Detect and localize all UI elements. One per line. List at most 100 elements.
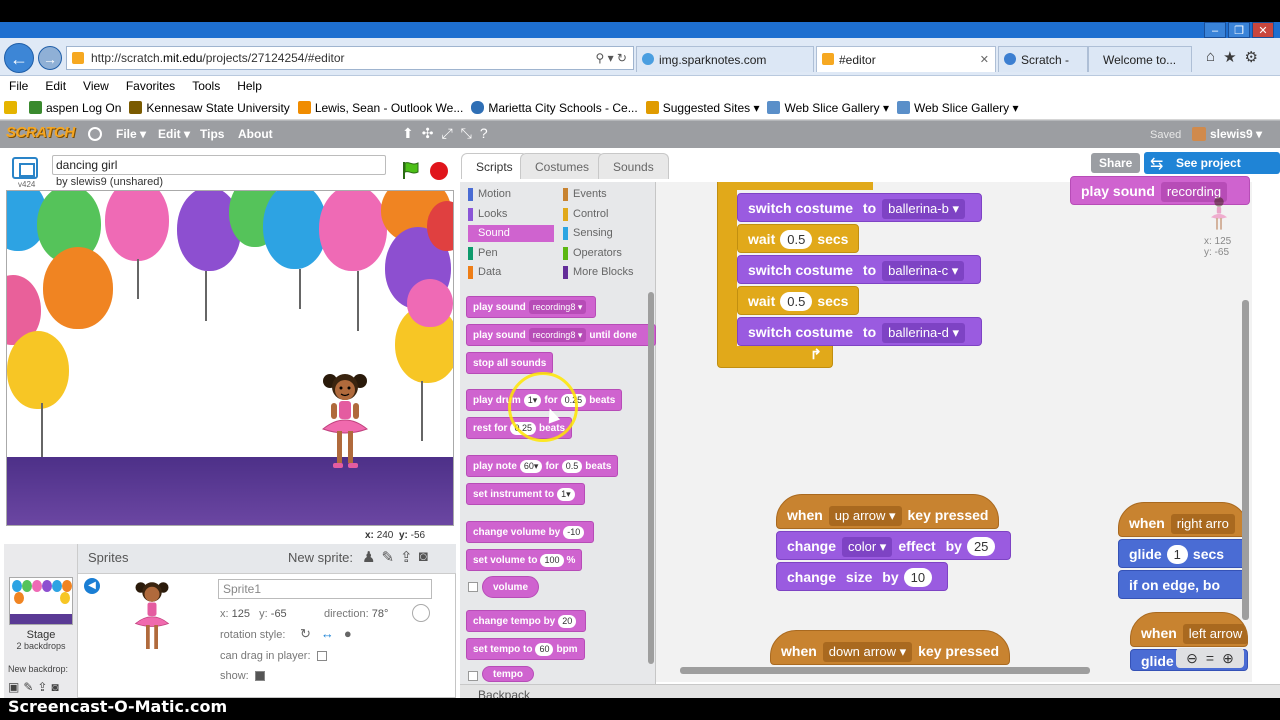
scripts-vertical-scrollbar[interactable] xyxy=(1242,300,1249,620)
forever-loop-arm[interactable] xyxy=(717,182,737,362)
scripts-horizontal-scrollbar[interactable] xyxy=(680,667,1090,674)
backdrop-library-icon[interactable]: ▣ xyxy=(8,680,19,694)
backdrop-paint-icon[interactable]: ✎ xyxy=(23,680,33,694)
show-checkbox[interactable] xyxy=(254,671,265,682)
favorites-add-icon[interactable] xyxy=(0,101,25,114)
scratch-logo[interactable]: SCRATCH xyxy=(6,124,75,141)
backdrop-upload-icon[interactable]: ⇪ xyxy=(37,680,47,694)
see-project-page-button[interactable]: See project page xyxy=(1144,152,1280,192)
category-sensing[interactable]: Sensing xyxy=(563,225,613,242)
palette-change-tempo-block[interactable]: change tempo by 20 xyxy=(466,610,587,632)
tab-scratch[interactable]: Scratch - xyxy=(998,46,1088,72)
menu-file[interactable]: File xyxy=(0,79,36,93)
user-menu[interactable]: slewis9 ▾ xyxy=(1210,127,1262,141)
forward-button[interactable]: → xyxy=(38,46,62,70)
zoom-in-icon[interactable]: ⊕ xyxy=(1222,648,1234,668)
tab-editor[interactable]: #editor ✕ xyxy=(816,46,996,72)
help-icon[interactable]: ? xyxy=(480,125,488,142)
ballerina-sprite[interactable] xyxy=(315,371,375,475)
fav-kennesaw[interactable]: Kennesaw State University xyxy=(125,101,293,115)
palette-set-volume-block[interactable]: set volume to 100% xyxy=(466,549,583,571)
switch-costume-d-block[interactable]: switch costume to ballerina-d ▾ xyxy=(737,317,982,346)
wait-block-2[interactable]: wait 0.5 secs xyxy=(737,286,860,315)
sprite-name-input[interactable]: Sprite1 xyxy=(218,579,432,599)
category-motion[interactable]: Motion xyxy=(468,186,511,203)
fav-suggested[interactable]: Suggested Sites ▾ xyxy=(642,101,764,115)
palette-play-note-block[interactable]: play note 60▾ for 0.5 beats xyxy=(466,455,619,477)
stage-thumbnail[interactable] xyxy=(9,577,73,625)
category-operators[interactable]: Operators xyxy=(563,245,622,262)
direction-dial-icon[interactable] xyxy=(412,604,430,622)
category-sound[interactable]: Sound xyxy=(468,225,554,242)
palette-play-sound-until-done-block[interactable]: play sound recording8 ▾ until done xyxy=(466,324,656,346)
palette-set-instrument-block[interactable]: set instrument to 1▾ xyxy=(466,483,585,505)
tab-welcome[interactable]: Welcome to... xyxy=(1088,46,1192,72)
if-on-edge-bounce-block[interactable]: if on edge, bo xyxy=(1118,570,1248,599)
project-title-input[interactable]: dancing girl xyxy=(52,155,386,175)
sprite-library-icon[interactable]: ♟ xyxy=(362,548,375,566)
zoom-reset-icon[interactable]: = xyxy=(1206,648,1214,668)
menu-favorites[interactable]: Favorites xyxy=(117,79,183,93)
switch-costume-c-block[interactable]: switch costume to ballerina-c ▾ xyxy=(737,255,982,284)
backpack-bar[interactable]: Backpack xyxy=(460,684,1280,702)
change-size-block[interactable]: change size by 10 xyxy=(776,562,949,591)
paint-brush-icon[interactable]: ✎ xyxy=(381,548,394,566)
tab-costumes[interactable]: Costumes xyxy=(520,153,605,179)
change-color-effect-block[interactable]: change color ▾ effect by 25 xyxy=(776,531,1012,560)
fav-webslice-2[interactable]: Web Slice Gallery ▾ xyxy=(893,101,1023,115)
minimize-icon[interactable]: – xyxy=(1204,22,1226,38)
palette-set-tempo-block[interactable]: set tempo to 60 bpm xyxy=(466,638,585,660)
wait-block-1[interactable]: wait 0.5 secs xyxy=(737,224,860,253)
can-drag-checkbox[interactable] xyxy=(316,651,327,662)
duplicate-stamp-icon[interactable]: ⬆ xyxy=(402,125,414,142)
favorites-star-icon[interactable]: ★ xyxy=(1223,48,1236,66)
category-pen[interactable]: Pen xyxy=(468,245,498,262)
volume-monitor-checkbox[interactable] xyxy=(468,582,478,592)
no-rotate-icon[interactable]: ● xyxy=(344,626,352,642)
zoom-out-icon[interactable]: ⊖ xyxy=(1186,648,1198,668)
menu-tips[interactable]: Tips xyxy=(200,127,224,141)
tempo-monitor-checkbox[interactable] xyxy=(468,671,478,681)
left-right-icon[interactable]: ↔ xyxy=(321,626,334,642)
palette-scrollbar[interactable] xyxy=(648,292,654,664)
home-icon[interactable]: ⌂ xyxy=(1206,48,1215,66)
sprite-info-back-icon[interactable]: ◀ xyxy=(84,578,100,594)
menu-about[interactable]: About xyxy=(238,127,273,141)
rotate-all-icon[interactable]: ↻ xyxy=(300,626,311,642)
category-looks[interactable]: Looks xyxy=(468,206,507,223)
tab-sparknotes[interactable]: img.sparknotes.com xyxy=(636,46,814,72)
camera-icon[interactable]: ◙ xyxy=(419,548,428,566)
stop-icon[interactable] xyxy=(430,162,448,180)
category-data[interactable]: Data xyxy=(468,264,501,281)
grow-icon[interactable]: ⤢ xyxy=(441,125,452,142)
upload-icon[interactable]: ⇪ xyxy=(400,548,413,566)
fullscreen-icon[interactable] xyxy=(12,157,38,179)
back-button[interactable]: ← xyxy=(4,43,34,73)
gear-icon[interactable]: ⚙ xyxy=(1245,48,1258,66)
stage-canvas[interactable] xyxy=(6,190,454,526)
palette-stop-all-sounds-block[interactable]: stop all sounds xyxy=(466,352,554,374)
restore-icon[interactable]: ❐ xyxy=(1228,22,1250,38)
glide-block[interactable]: glide 1 secs xyxy=(1118,539,1248,568)
menu-tools[interactable]: Tools xyxy=(183,79,228,93)
fav-outlook[interactable]: Lewis, Sean - Outlook We... xyxy=(294,101,468,115)
when-right-arrow-hat[interactable]: when right arro xyxy=(1118,502,1248,537)
language-globe-icon[interactable] xyxy=(88,127,102,141)
when-left-arrow-hat[interactable]: when left arrow xyxy=(1130,612,1248,647)
palette-tempo-reporter[interactable]: tempo xyxy=(482,666,534,682)
category-more-blocks[interactable]: More Blocks xyxy=(563,264,634,281)
search-icon[interactable]: ⚲ ▾ ↻ xyxy=(595,47,627,69)
sprite-thumbnail[interactable] xyxy=(126,580,178,658)
menu-help[interactable]: Help xyxy=(228,79,270,93)
palette-play-sound-block[interactable]: play sound recording8 ▾ xyxy=(466,296,597,318)
switch-costume-b-block[interactable]: switch costume to ballerina-b ▾ xyxy=(737,193,982,222)
share-button[interactable]: Share xyxy=(1091,153,1141,173)
close-tab-icon[interactable]: ✕ xyxy=(980,47,989,73)
green-flag-icon[interactable] xyxy=(400,160,420,180)
fav-webslice-1[interactable]: Web Slice Gallery ▾ xyxy=(763,101,893,115)
menu-edit[interactable]: Edit xyxy=(36,79,74,93)
when-down-arrow-hat[interactable]: when down arrow ▾ key pressed xyxy=(770,630,1011,665)
fav-marietta[interactable]: Marietta City Schools - Ce... xyxy=(467,101,641,115)
category-events[interactable]: Events xyxy=(563,186,607,203)
url-field[interactable]: http://scratch.mit.edu/projects/27124254… xyxy=(66,46,634,70)
